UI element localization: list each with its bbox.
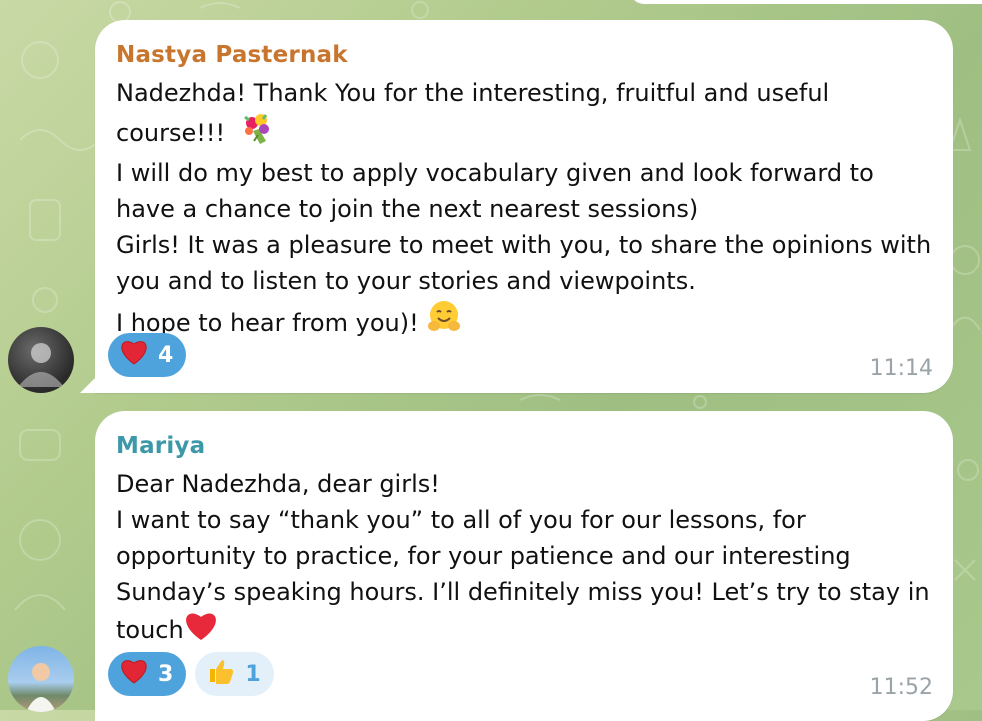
previous-message-bubble-edge (630, 0, 982, 4)
message-bubble[interactable]: Nastya Pasternak Nadezhda! Thank You for… (95, 20, 953, 393)
reaction-heart[interactable]: 4 (108, 333, 187, 377)
message-time: 11:14 (869, 356, 933, 381)
avatar-photo-icon (18, 343, 64, 387)
sender-name[interactable]: Mariya (116, 433, 205, 459)
message-time: 11:52 (869, 675, 933, 700)
message-line: Nadezhda! Thank You for the interesting,… (116, 79, 830, 107)
message-text: Dear Nadezhda, dear girls! I want to say… (116, 466, 936, 652)
message-bubble[interactable]: Mariya Dear Nadezhda, dear girls! I want… (95, 411, 953, 721)
message-line: I want to say “thank you” to all of you … (116, 506, 806, 534)
heart-icon (120, 658, 148, 690)
message-line: Dear Nadezhda, dear girls! (116, 470, 440, 498)
message-line: Sunday’s speaking hours. I’ll definitely… (116, 578, 930, 606)
message-line: course!!! (116, 119, 226, 147)
avatar-photo-icon (26, 663, 56, 712)
message-line: touch (116, 616, 184, 644)
sender-name[interactable]: Nastya Pasternak (116, 42, 348, 68)
red-heart-emoji-icon (184, 610, 218, 652)
message-text: Nadezhda! Thank You for the interesting,… (116, 75, 936, 345)
avatar[interactable] (8, 327, 74, 393)
hugging-face-emoji-icon (426, 299, 462, 345)
message-line: opportunity to practice, for your patien… (116, 542, 851, 570)
reactions-bar: 3 1 (108, 652, 274, 696)
avatar[interactable] (8, 646, 74, 712)
message-line: Girls! It was a pleasure to meet with yo… (116, 231, 932, 259)
heart-icon (120, 339, 148, 371)
message-line: I will do my best to apply vocabulary gi… (116, 159, 874, 187)
message-line: you and to listen to your stories and vi… (116, 267, 696, 295)
thumbs-up-icon (207, 657, 235, 691)
bouquet-emoji-icon (240, 111, 274, 155)
reaction-heart[interactable]: 3 (108, 652, 187, 696)
reaction-count: 1 (245, 661, 261, 687)
reaction-thumbs-up[interactable]: 1 (195, 652, 274, 696)
message-line: have a chance to join the next nearest s… (116, 195, 699, 223)
reaction-count: 4 (158, 342, 174, 368)
reaction-count: 3 (158, 661, 174, 687)
reactions-bar: 4 (108, 333, 187, 377)
